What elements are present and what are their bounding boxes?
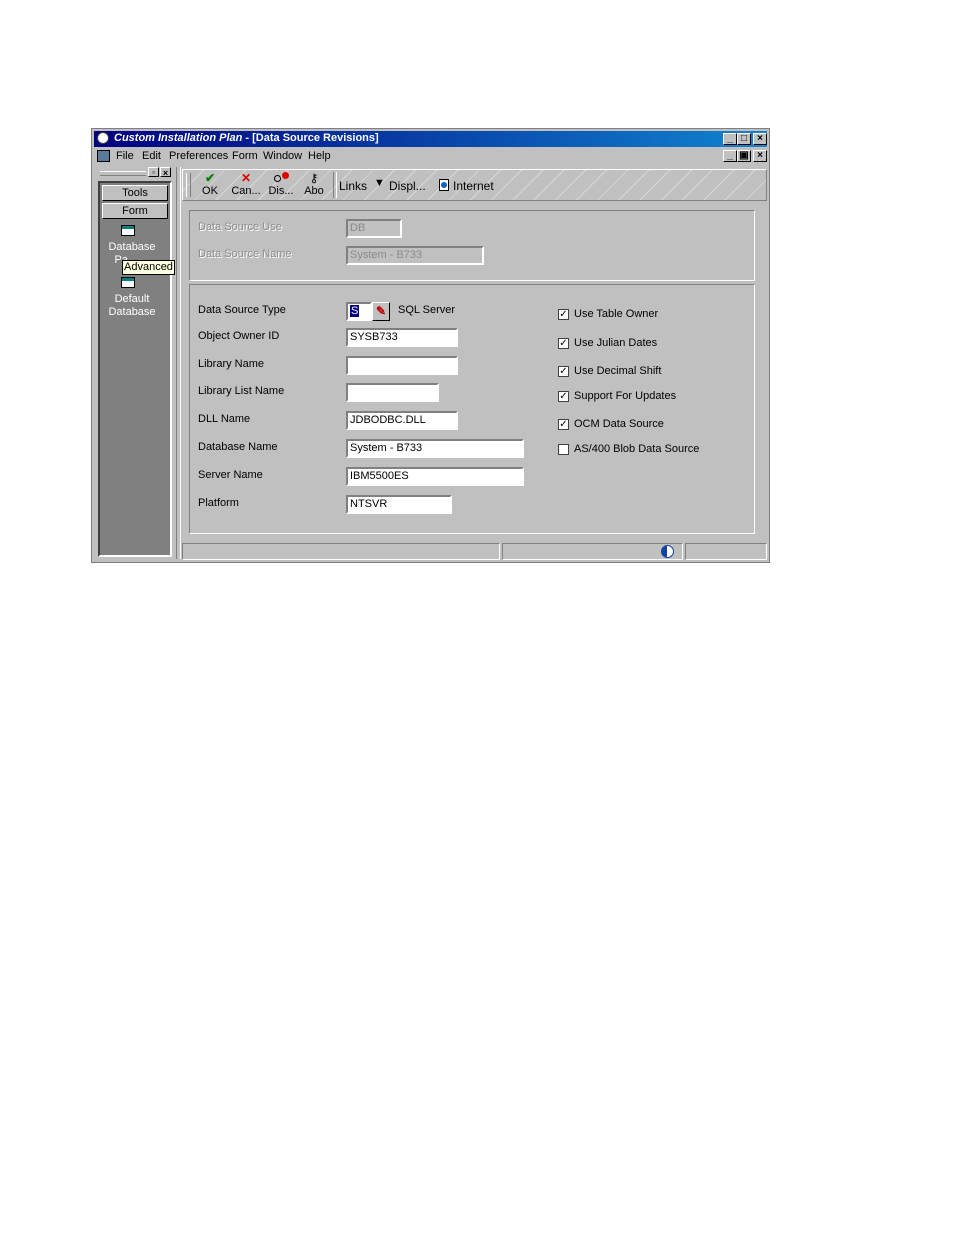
as400-blob-data-source-checkbox[interactable] xyxy=(558,444,569,455)
database-name-field[interactable]: System - B733 xyxy=(346,439,524,458)
use-julian-dates-label: Use Julian Dates xyxy=(574,337,658,349)
internet-icon[interactable] xyxy=(439,179,449,191)
sidebar-item-default-database-line2: Database xyxy=(108,306,156,318)
library-list-name-label: Library List Name xyxy=(198,385,285,397)
display-label: Dis... xyxy=(268,185,294,197)
child-restore-button[interactable]: ▣ xyxy=(737,150,751,162)
sidebar-panel: Tools Form Database Pa Advanced Default … xyxy=(98,181,175,557)
use-julian-dates-checkbox[interactable]: ✓ xyxy=(558,338,569,349)
status-globe-icon xyxy=(661,545,674,558)
object-owner-label: Object Owner ID xyxy=(198,330,280,342)
ocm-data-source-label: OCM Data Source xyxy=(574,418,664,430)
status-cell-main xyxy=(182,543,500,560)
sidebar-item-database-path[interactable]: Database xyxy=(100,241,164,254)
data-source-type-label: Data Source Type xyxy=(198,304,286,316)
support-for-updates-label: Support For Updates xyxy=(574,390,677,402)
cancel-label: Can... xyxy=(231,185,261,197)
about-label: Abo xyxy=(304,185,324,197)
use-decimal-shift-label: Use Decimal Shift xyxy=(574,365,662,377)
dll-name-label: DLL Name xyxy=(198,413,251,425)
display-button[interactable]: Dis... xyxy=(266,172,296,197)
data-source-type-value: S xyxy=(350,305,360,317)
app-name: Custom Installation Plan xyxy=(114,132,243,144)
status-bar xyxy=(182,543,767,560)
dll-name-field[interactable]: JDBODBC.DLL xyxy=(346,411,458,430)
ocm-data-source-checkbox[interactable]: ✓ xyxy=(558,419,569,430)
document-icon xyxy=(97,150,110,162)
toolbar-separator xyxy=(333,172,337,198)
data-source-type-description: SQL Server xyxy=(398,304,456,316)
minimize-button[interactable]: _ xyxy=(723,133,737,145)
server-name-field[interactable]: IBM5500ES xyxy=(346,467,524,486)
database-name-label: Database Name xyxy=(198,441,278,453)
title-bar[interactable]: Custom Installation Plan - [Data Source … xyxy=(94,131,767,147)
sidebar-close-icon[interactable]: × xyxy=(160,167,171,178)
status-cell-secondary xyxy=(502,543,683,560)
display-menu[interactable]: Displ... xyxy=(389,179,426,193)
use-decimal-shift-checkbox[interactable]: ✓ xyxy=(558,366,569,377)
checkmark-icon: ✔ xyxy=(204,171,216,185)
cancel-x-icon: ✕ xyxy=(240,171,252,185)
menu-window[interactable]: Window xyxy=(263,150,302,162)
cancel-button[interactable]: ✕ Can... xyxy=(229,171,263,198)
library-name-field[interactable] xyxy=(346,356,458,375)
server-name-label: Server Name xyxy=(198,469,263,481)
toolbar-grip[interactable] xyxy=(186,173,191,197)
maximize-button[interactable]: □ xyxy=(737,133,751,145)
child-close-button[interactable]: × xyxy=(753,150,767,162)
sidebar-pin-icon[interactable]: ▫ xyxy=(148,167,159,177)
platform-field[interactable]: NTSVR xyxy=(346,495,452,514)
sidebar-header: ▫ × xyxy=(98,167,172,179)
database-path-icon[interactable] xyxy=(121,225,135,236)
data-source-type-field[interactable]: S xyxy=(346,302,372,321)
status-cell-right xyxy=(685,543,767,560)
data-source-use-label: Data Source Use xyxy=(198,221,282,233)
about-key-icon: ⚷ xyxy=(309,171,319,185)
data-source-name-label: Data Source Name xyxy=(198,248,292,260)
child-minimize-button[interactable]: _ xyxy=(723,150,737,162)
menu-file[interactable]: File xyxy=(116,150,134,162)
tooltip: Advanced xyxy=(122,260,175,275)
menu-preferences[interactable]: Preferences xyxy=(169,150,228,162)
toolbar: ✔ OK ✕ Can... Dis... ⚷ Abo Links ▼ Displ… xyxy=(182,169,767,201)
sidebar-tools-button[interactable]: Tools xyxy=(102,185,168,201)
display-glasses-icon xyxy=(266,172,296,185)
data-source-details-group: Data Source Type S ✎ SQL Server Object O… xyxy=(189,284,755,534)
sidebar-grip[interactable] xyxy=(100,171,146,176)
ok-button[interactable]: ✔ OK xyxy=(195,171,225,198)
ok-label: OK xyxy=(202,185,218,197)
platform-label: Platform xyxy=(198,497,239,509)
menu-form[interactable]: Form xyxy=(232,150,258,162)
display-dropdown-arrow-icon[interactable]: ▼ xyxy=(374,177,385,189)
splitter[interactable] xyxy=(176,167,181,559)
window-title: Custom Installation Plan - [Data Source … xyxy=(114,132,379,144)
application-window: Custom Installation Plan - [Data Source … xyxy=(91,128,770,563)
support-for-updates-checkbox[interactable]: ✓ xyxy=(558,391,569,402)
data-source-name-field: System - B733 xyxy=(346,246,484,265)
menu-edit[interactable]: Edit xyxy=(142,150,161,162)
about-button[interactable]: ⚷ Abo xyxy=(299,171,329,198)
library-list-name-field[interactable] xyxy=(346,383,439,402)
sidebar-form-button[interactable]: Form xyxy=(102,203,168,219)
window-title-suffix: - [Data Source Revisions] xyxy=(245,132,379,144)
visual-assist-search-icon[interactable]: ✎ xyxy=(372,302,390,321)
menu-bar: File Edit Preferences Form Window Help _… xyxy=(94,148,767,165)
sidebar-item-default-database[interactable]: Default xyxy=(100,293,164,306)
object-owner-field[interactable]: SYSB733 xyxy=(346,328,458,347)
internet-link[interactable]: Internet xyxy=(453,179,494,193)
use-table-owner-checkbox[interactable]: ✓ xyxy=(558,309,569,320)
use-table-owner-label: Use Table Owner xyxy=(574,308,659,320)
data-source-use-group: Data Source Use DB Data Source Name Syst… xyxy=(189,210,755,281)
as400-blob-data-source-label: AS/400 Blob Data Source xyxy=(574,443,700,455)
menu-help[interactable]: Help xyxy=(308,150,331,162)
app-globe-icon xyxy=(97,132,109,144)
close-button[interactable]: × xyxy=(753,133,767,145)
library-name-label: Library Name xyxy=(198,358,265,370)
default-database-icon[interactable] xyxy=(121,277,135,288)
links-menu[interactable]: Links xyxy=(339,179,367,193)
data-source-use-field: DB xyxy=(346,219,402,238)
